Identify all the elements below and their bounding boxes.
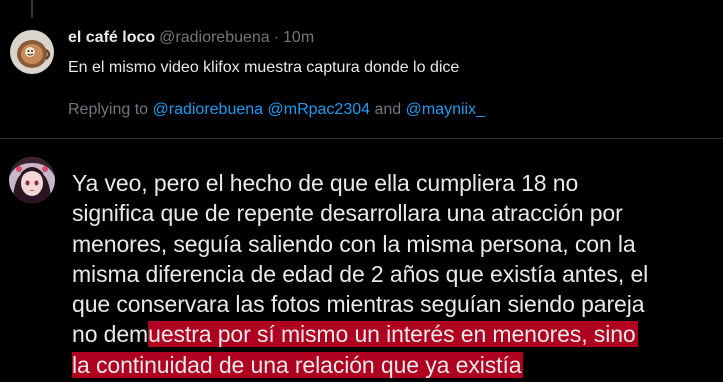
parent-tweet-header: el café loco @radiorebuena · 10m xyxy=(68,28,314,48)
reply-text-line-4: misma diferencia de edad de 2 años que e… xyxy=(72,260,649,287)
parent-handle[interactable]: @radiorebuena xyxy=(159,29,270,46)
replying-prefix: Replying to xyxy=(68,101,153,118)
thread-connector-line xyxy=(31,0,33,18)
mention-link-2[interactable]: @mRpac2304 xyxy=(268,101,371,118)
parent-display-name[interactable]: el café loco xyxy=(68,29,155,46)
mention-link-1[interactable]: @radiorebuena xyxy=(153,101,264,118)
reply-tweet-text: Ya veo, pero el hecho de que ella cumpli… xyxy=(72,168,722,380)
highlighted-text-1: uestra por sí mismo un interés en menore… xyxy=(148,321,638,348)
mention-link-3[interactable]: @mayniix_ xyxy=(406,101,485,118)
reply-text-line-5: que conservara las fotos mientras seguía… xyxy=(72,291,645,318)
reply-text-line-7: la continuidad de una relación que ya ex… xyxy=(72,350,722,380)
highlighted-text-2: la continuidad de una relación que ya ex… xyxy=(72,351,524,378)
anime-character-avatar-icon[interactable] xyxy=(9,157,55,203)
coffee-cup-avatar-icon[interactable] xyxy=(10,30,54,74)
tweet-thread: el café loco @radiorebuena · 10m En el mism… xyxy=(0,0,723,382)
reply-text-line-3: menores, seguía saliendo con la misma pe… xyxy=(72,230,636,257)
parent-timestamp[interactable]: 10m xyxy=(283,29,314,46)
reply-text-line-6: no demuestra por sí mismo un interés en … xyxy=(72,319,722,349)
header-separator: · xyxy=(273,29,280,46)
tweet-divider xyxy=(0,138,723,139)
replying-conjunction: and xyxy=(370,101,406,118)
reply-text-line-6-plain: no dem xyxy=(72,321,149,348)
reply-text-line-2: significa que de repente desarrollara un… xyxy=(72,200,623,227)
replying-to-line: Replying to @radiorebuena @mRpac2304 and… xyxy=(68,99,485,121)
parent-tweet-text: En el mismo video klifox muestra captura… xyxy=(68,59,460,76)
reply-text-line-1: Ya veo, pero el hecho de que ella cumpli… xyxy=(72,170,579,196)
